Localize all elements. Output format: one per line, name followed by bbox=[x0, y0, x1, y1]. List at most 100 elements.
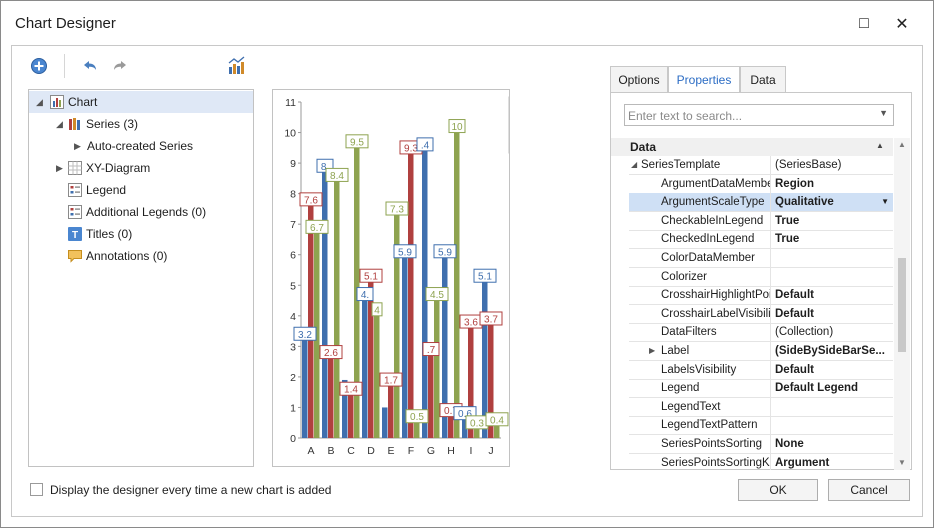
cancel-button[interactable]: Cancel bbox=[828, 479, 910, 501]
property-row-checkedinlegend[interactable]: CheckedInLegend True bbox=[629, 230, 893, 250]
data-label: 4.5 bbox=[430, 290, 444, 301]
scrollbar-thumb[interactable] bbox=[898, 258, 906, 352]
property-row-argumentdatamember[interactable]: ArgumentDataMember Region bbox=[629, 174, 893, 194]
category-data[interactable]: Data ▲ bbox=[611, 138, 893, 156]
tree-item-label: Legend bbox=[86, 183, 127, 197]
chevron-down-icon[interactable]: ▼ bbox=[879, 108, 888, 118]
property-value[interactable] bbox=[771, 398, 893, 416]
property-row-checkableinlegend[interactable]: CheckableInLegend True bbox=[629, 211, 893, 231]
y-tick-label: 11 bbox=[285, 97, 296, 109]
property-name-cell: ◢ SeriesTemplate bbox=[629, 156, 771, 174]
bar-series-1-b bbox=[334, 181, 340, 438]
x-tick-label: A bbox=[307, 445, 314, 457]
property-row-seriespointssorting[interactable]: SeriesPointsSorting None bbox=[629, 435, 893, 454]
property-value[interactable]: Qualitative ▼ bbox=[771, 193, 893, 212]
property-value[interactable]: Region bbox=[771, 175, 893, 193]
tree-item-series-3[interactable]: ◢ Series (3) bbox=[29, 113, 253, 135]
property-value-text: Qualitative bbox=[775, 196, 834, 209]
expand-icon[interactable]: ▶ bbox=[74, 141, 81, 152]
bar-series-2-g bbox=[428, 355, 434, 438]
bar-series-3-d bbox=[362, 300, 368, 438]
property-value[interactable]: None bbox=[771, 435, 893, 453]
tree-item-annotations-0[interactable]: Annotations (0) bbox=[29, 245, 253, 267]
show-designer-checkbox[interactable] bbox=[30, 483, 43, 496]
data-label: 9.3 bbox=[404, 143, 418, 154]
property-row-legendtextpattern[interactable]: LegendTextPattern bbox=[629, 416, 893, 436]
tree-item-additional-legends-0[interactable]: Additional Legends (0) bbox=[29, 201, 253, 223]
data-label: 10 bbox=[451, 122, 463, 133]
bar-series-1-g bbox=[434, 300, 440, 438]
collapse-icon[interactable]: ◢ bbox=[56, 119, 63, 130]
redo-icon[interactable] bbox=[110, 56, 130, 76]
data-label: 4 bbox=[374, 305, 380, 316]
property-value-text: Default bbox=[775, 363, 814, 376]
property-name: CheckableInLegend bbox=[661, 214, 764, 227]
bar-series-3-b bbox=[322, 172, 328, 438]
property-value[interactable]: True bbox=[771, 230, 893, 248]
property-name: ArgumentDataMember bbox=[661, 177, 771, 190]
collapse-icon[interactable]: ◢ bbox=[36, 97, 43, 108]
collapse-icon[interactable]: ◢ bbox=[631, 156, 637, 174]
property-value[interactable]: Default bbox=[771, 361, 893, 379]
tree-item-legend[interactable]: Legend bbox=[29, 179, 253, 201]
property-row-label[interactable]: ▶ Label (SideBySideBarSe... bbox=[629, 342, 893, 361]
data-label: 3.6 bbox=[464, 318, 478, 329]
data-label: 1.4 bbox=[344, 385, 358, 396]
maximize-button[interactable]: □ bbox=[849, 11, 879, 37]
property-row-argumentscaletype[interactable]: ArgumentScaleType Qualitative ▼ bbox=[629, 193, 893, 213]
close-button[interactable]: ✕ bbox=[887, 11, 917, 37]
property-value[interactable] bbox=[771, 249, 893, 267]
property-row-seriespointssortingkey[interactable]: SeriesPointsSortingKey Argument bbox=[629, 453, 893, 470]
property-row-colordatamember[interactable]: ColorDataMember bbox=[629, 249, 893, 268]
expand-icon[interactable]: ▶ bbox=[649, 342, 655, 360]
properties-panel: ▼ Data ▲ ◢ SeriesTemplate (SeriesBase) Argu… bbox=[610, 92, 912, 470]
collapse-category-icon[interactable]: ▲ bbox=[876, 141, 884, 150]
property-value[interactable]: True bbox=[771, 212, 893, 230]
property-name: LegendText bbox=[661, 400, 721, 413]
x-tick-label: I bbox=[470, 445, 473, 457]
undo-icon[interactable] bbox=[80, 56, 100, 76]
tree-item-titles-0[interactable]: T Titles (0) bbox=[29, 223, 253, 245]
tab-properties[interactable]: Properties bbox=[668, 66, 740, 93]
property-value[interactable] bbox=[771, 268, 893, 286]
property-row-seriestemplate[interactable]: ◢ SeriesTemplate (SeriesBase) bbox=[629, 156, 893, 175]
chart-wizard-icon[interactable] bbox=[226, 55, 248, 77]
property-value-text: (SideBySideBarSe... bbox=[775, 345, 885, 357]
property-row-crosshairlabelvisibility[interactable]: CrosshairLabelVisibility Default bbox=[629, 304, 893, 324]
tree-item-chart[interactable]: ◢ Chart bbox=[29, 91, 253, 113]
property-value[interactable]: Default bbox=[771, 305, 893, 323]
tree-item-auto-created-series[interactable]: ▶ Auto-created Series bbox=[29, 135, 253, 157]
property-value[interactable]: (SeriesBase) bbox=[771, 156, 893, 174]
property-row-crosshairhighlightpoint[interactable]: CrosshairHighlightPoint Default bbox=[629, 286, 893, 306]
property-row-legend[interactable]: Legend Default Legend bbox=[629, 379, 893, 399]
scroll-up-icon[interactable]: ▲ bbox=[898, 140, 906, 149]
tab-options[interactable]: Options bbox=[610, 66, 668, 92]
property-value[interactable]: Argument bbox=[771, 454, 893, 470]
expand-icon[interactable]: ▶ bbox=[56, 163, 63, 174]
property-row-datafilters[interactable]: DataFilters (Collection) bbox=[629, 323, 893, 343]
property-value-text: Default bbox=[775, 289, 814, 302]
search-input[interactable] bbox=[628, 108, 868, 123]
property-row-colorizer[interactable]: Colorizer bbox=[629, 267, 893, 287]
vertical-scrollbar[interactable]: ▲ ▼ bbox=[894, 138, 910, 470]
tree-item-label: Additional Legends (0) bbox=[86, 205, 207, 219]
data-label: 2.6 bbox=[324, 348, 338, 359]
scroll-down-icon[interactable]: ▼ bbox=[898, 458, 906, 467]
tree-item-xy-diagram[interactable]: ▶ XY-Diagram bbox=[29, 157, 253, 179]
x-tick-label: H bbox=[447, 445, 455, 457]
data-label: 9.5 bbox=[350, 137, 364, 148]
property-value[interactable]: (SideBySideBarSe... bbox=[771, 342, 893, 360]
property-value[interactable]: Default bbox=[771, 286, 893, 304]
property-value[interactable] bbox=[771, 416, 893, 434]
dropdown-arrow-icon[interactable]: ▼ bbox=[881, 193, 889, 211]
tab-data[interactable]: Data bbox=[740, 66, 786, 92]
tree-item-label: Annotations (0) bbox=[86, 249, 168, 263]
property-row-labelsvisibility[interactable]: LabelsVisibility Default bbox=[629, 360, 893, 380]
add-icon[interactable] bbox=[29, 56, 49, 76]
y-tick-label: 2 bbox=[290, 372, 296, 384]
property-row-legendtext[interactable]: LegendText bbox=[629, 397, 893, 417]
property-value[interactable]: (Collection) bbox=[771, 323, 893, 341]
property-value[interactable]: Default Legend bbox=[771, 379, 893, 397]
ok-button[interactable]: OK bbox=[738, 479, 818, 501]
bar-series-1-j bbox=[494, 425, 500, 438]
